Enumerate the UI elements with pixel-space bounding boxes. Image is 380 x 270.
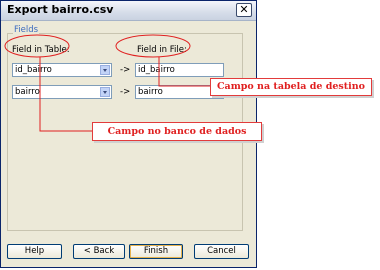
- highlight-ellipse-file: [115, 34, 191, 58]
- leader-line-destination: [158, 57, 210, 87]
- callout-destination: Campo na tabela de destino: [210, 78, 372, 96]
- leader-line-database: [39, 57, 92, 132]
- highlight-ellipse-table: [4, 34, 70, 58]
- callout-database: Campo no banco de dados: [92, 122, 262, 141]
